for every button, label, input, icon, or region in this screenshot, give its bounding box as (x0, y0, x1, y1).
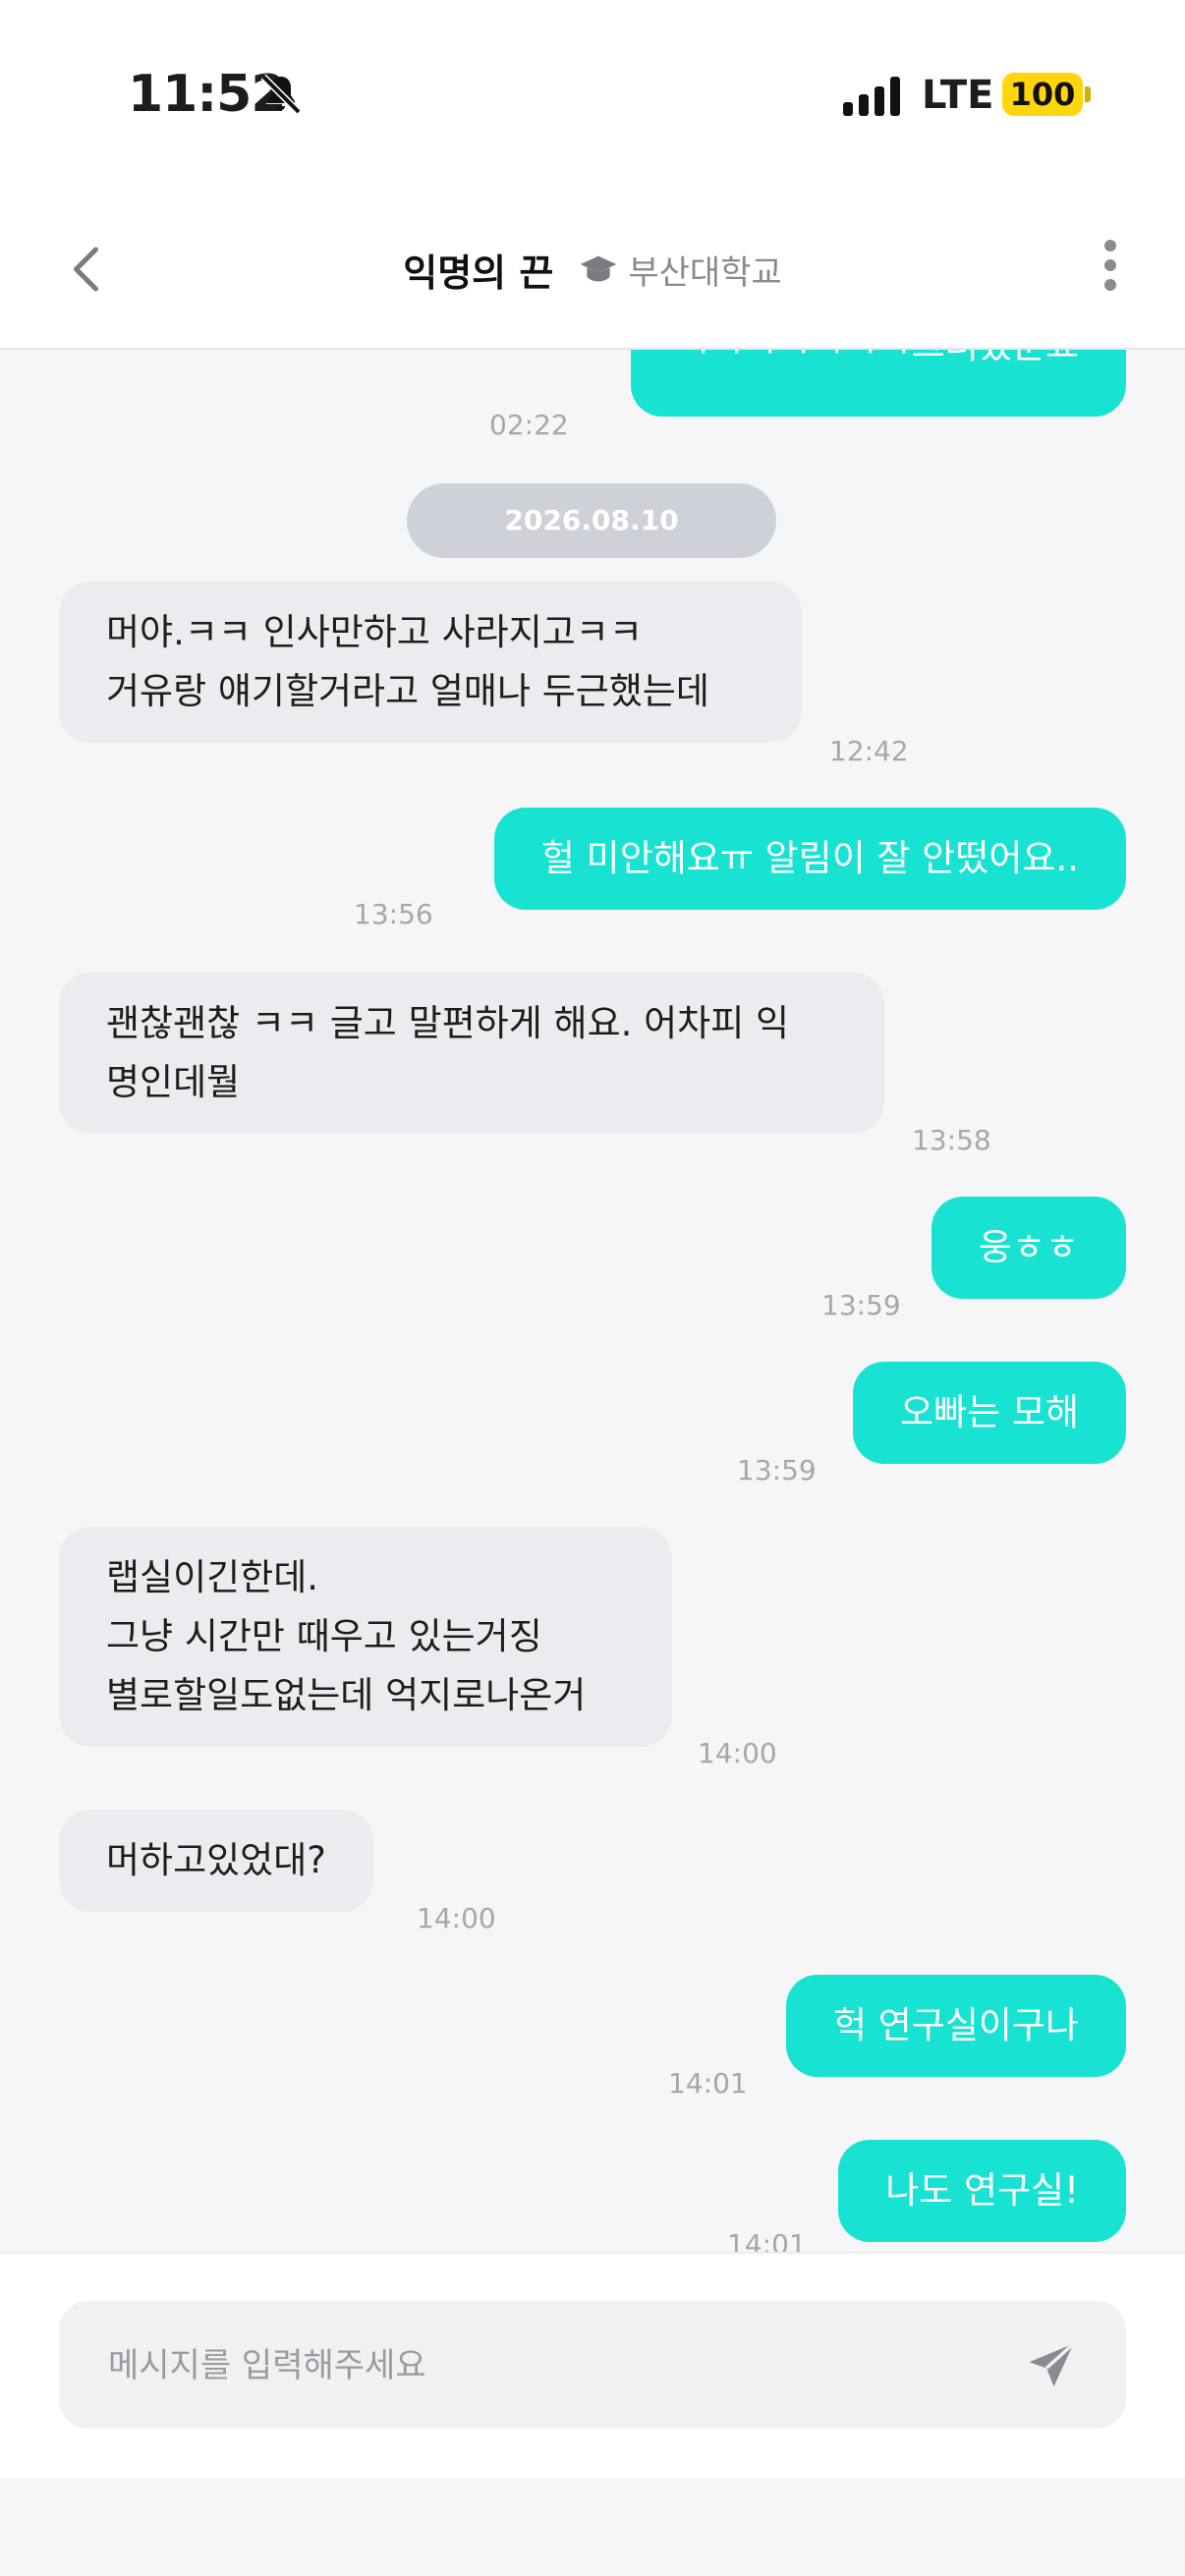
message-time: 14:00 (698, 1737, 777, 1769)
message-bubble-incoming: 머야.ㅋㅋ 인사만하고 사라지고ㅋㅋ 거유랑 얘기할거라고 얼매나 두근했는데 (59, 582, 802, 743)
message-input-container (59, 2301, 1126, 2429)
message-bubble-incoming: 머하고있었대? (59, 1810, 373, 1912)
more-vertical-icon[interactable] (1091, 232, 1130, 307)
school-name: 부산대학교 (628, 252, 782, 293)
message-time: 13:56 (354, 898, 433, 930)
message-time: 13:59 (821, 1289, 901, 1321)
message-bubble-outgoing: 웅ㅎㅎ (931, 1197, 1126, 1299)
chat-title: 익명의 끈 (403, 251, 554, 295)
battery-nub (1085, 86, 1091, 102)
graduation-cap-icon (580, 255, 617, 282)
message-bubble-outgoing: 오빠는 모해 (853, 1362, 1126, 1464)
date-separator: 2026.08.10 (407, 483, 776, 558)
message-input[interactable] (106, 2332, 994, 2399)
bell-slash-icon (260, 74, 302, 115)
message-time: 13:58 (912, 1124, 991, 1156)
message-time: 02:22 (489, 409, 569, 441)
signal-bars-icon (843, 77, 900, 116)
message-bubble-incoming: 랩실이긴한데. 그냥 시간만 때우고 있는거징 별로할일도없는데 억지로나온거 (59, 1527, 672, 1747)
battery-indicator: 100 (1002, 73, 1083, 116)
message-composer (0, 2252, 1185, 2480)
chat-message-list[interactable]: ㅋㅋㅋㅋㅋㅋㅋ그러셨군뇨 02:22 2026.08.10 머야.ㅋㅋ 인사만하… (0, 350, 1185, 2252)
message-bubble-outgoing: ㅋㅋㅋㅋㅋㅋㅋ그러셨군뇨 (630, 350, 1126, 417)
message-time: 12:42 (829, 735, 909, 767)
message-time: 14:00 (417, 1902, 496, 1934)
message-time: 14:01 (668, 2067, 748, 2100)
chat-header: 익명의 끈 부산대학교 (0, 196, 1185, 350)
send-icon[interactable] (1022, 2336, 1081, 2395)
status-bar: 11:52 LTE 100 (0, 0, 1185, 196)
home-indicator-area (0, 2478, 1185, 2576)
chat-title-group: 익명의 끈 부산대학교 (0, 240, 1185, 299)
message-bubble-incoming: 괜찮괜찮 ㅋㅋ 글고 말편하게 해요. 어차피 익 명인데뭘 (59, 973, 884, 1134)
message-time: 14:01 (727, 2228, 807, 2252)
message-bubble-outgoing: 헉 연구실이구나 (785, 1975, 1126, 2077)
network-type: LTE (922, 73, 994, 118)
message-bubble-outgoing: 헐 미안해요ㅠ 알림이 잘 안떴어요.. (493, 808, 1126, 910)
message-time: 13:59 (737, 1454, 817, 1486)
message-bubble-outgoing: 나도 연구실! (838, 2140, 1126, 2242)
